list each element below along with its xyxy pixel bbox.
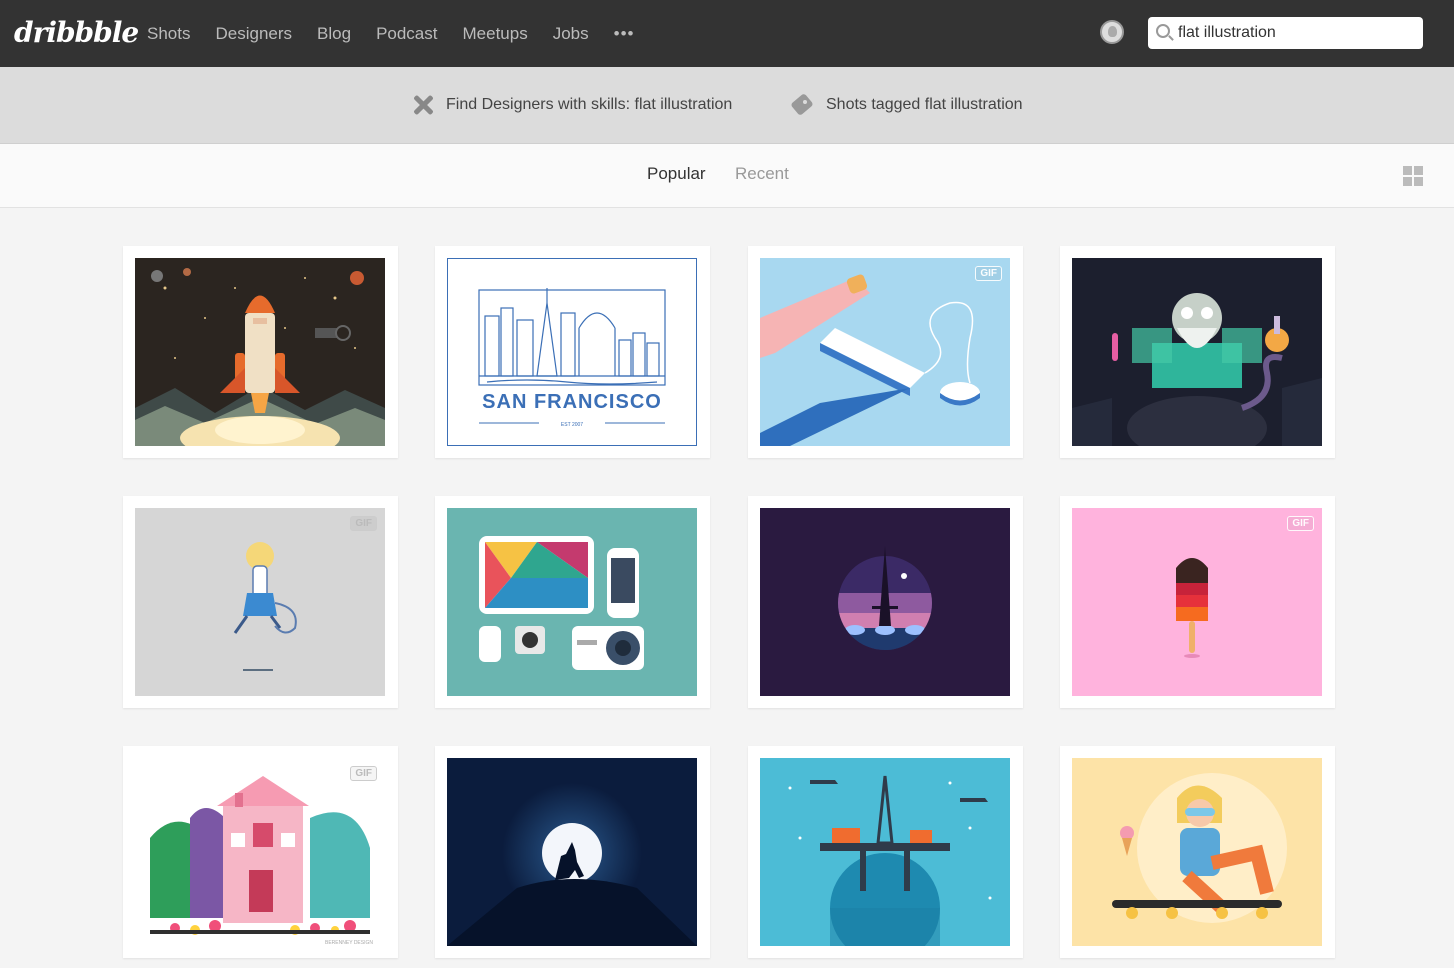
- shot-card[interactable]: SAN FRANCISCO EST 2007: [435, 246, 710, 458]
- grid-view-icon[interactable]: [1403, 166, 1423, 186]
- shot-thumbnail-devices[interactable]: [447, 508, 697, 696]
- shot-card[interactable]: [1060, 746, 1335, 958]
- shots-tagged-label: Shots tagged flat illustration: [826, 96, 1023, 113]
- shot-card[interactable]: BERENNEY DESIGN GIF: [123, 746, 398, 958]
- gif-badge: GIF: [975, 266, 1002, 281]
- gif-badge: GIF: [350, 516, 377, 531]
- top-navigation-bar: dribbble Shots Designers Blog Podcast Me…: [0, 0, 1454, 67]
- shot-card[interactable]: [748, 746, 1023, 958]
- shot-card[interactable]: [123, 246, 398, 458]
- nav-jobs[interactable]: Jobs: [553, 24, 589, 44]
- shot-caption: SAN FRANCISCO: [482, 391, 662, 413]
- shot-subcaption: EST 2007: [561, 422, 583, 428]
- shot-card[interactable]: [748, 496, 1023, 708]
- shot-thumbnail-desk[interactable]: GIF: [760, 258, 1010, 446]
- search-input[interactable]: [1178, 17, 1418, 49]
- sort-filter-bar: Popular Recent: [0, 144, 1454, 208]
- main-nav: Shots Designers Blog Podcast Meetups Job…: [147, 0, 634, 67]
- nav-blog[interactable]: Blog: [317, 24, 351, 44]
- shot-card[interactable]: GIF: [748, 246, 1023, 458]
- gif-badge: GIF: [350, 766, 377, 781]
- shots-tagged-link[interactable]: Shots tagged flat illustration: [790, 89, 1023, 121]
- nav-shots[interactable]: Shots: [147, 24, 190, 44]
- shot-thumbnail-wolf[interactable]: [447, 758, 697, 946]
- nav-meetups[interactable]: Meetups: [463, 24, 528, 44]
- shot-card[interactable]: GIF: [1060, 496, 1335, 708]
- shot-card[interactable]: [435, 496, 710, 708]
- shot-thumbnail-rocket[interactable]: [135, 258, 385, 446]
- shot-card[interactable]: GIF: [123, 496, 398, 708]
- gif-badge: GIF: [1287, 516, 1314, 531]
- tab-popular[interactable]: Popular: [647, 164, 706, 184]
- shot-credit: BERENNEY DESIGN: [325, 940, 373, 946]
- tag-icon: [790, 92, 816, 118]
- shot-thumbnail-scientist[interactable]: [1072, 258, 1322, 446]
- search-icon: [1156, 24, 1170, 38]
- find-designers-label: Find Designers with skills: flat illustr…: [446, 96, 733, 113]
- tab-recent[interactable]: Recent: [735, 164, 789, 184]
- find-designers-link[interactable]: Find Designers with skills: flat illustr…: [410, 89, 732, 121]
- shot-thumbnail-running-girl[interactable]: GIF: [135, 508, 385, 696]
- nav-podcast[interactable]: Podcast: [376, 24, 437, 44]
- tools-icon: [410, 92, 436, 118]
- shot-thumbnail-san-francisco[interactable]: SAN FRANCISCO EST 2007: [447, 258, 697, 446]
- user-avatar[interactable]: [1100, 20, 1124, 44]
- shot-card[interactable]: [1060, 246, 1335, 458]
- nav-designers[interactable]: Designers: [215, 24, 292, 44]
- shot-thumbnail-skater-girl[interactable]: [1072, 758, 1322, 946]
- search-box: [1148, 17, 1423, 49]
- shot-thumbnail-eiffel[interactable]: [760, 508, 1010, 696]
- more-menu-icon[interactable]: •••: [614, 24, 635, 44]
- dribbble-logo[interactable]: dribbble: [14, 14, 139, 52]
- shot-thumbnail-house[interactable]: BERENNEY DESIGN GIF: [135, 758, 385, 946]
- search-suggestions-bar: Find Designers with skills: flat illustr…: [0, 67, 1454, 144]
- shot-thumbnail-oil-rig[interactable]: [760, 758, 1010, 946]
- shot-card[interactable]: [435, 746, 710, 958]
- shot-thumbnail-popsicle[interactable]: GIF: [1072, 508, 1322, 696]
